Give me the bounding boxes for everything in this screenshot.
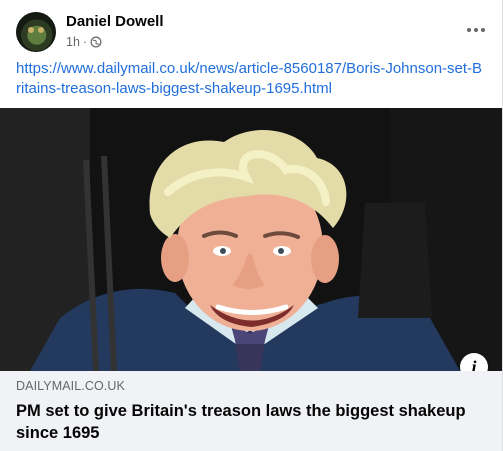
post-meta: 1h · xyxy=(66,35,102,49)
globe-icon[interactable] xyxy=(90,36,102,48)
avatar-detail xyxy=(28,27,34,33)
post-link[interactable]: https://www.dailymail.co.uk/news/article… xyxy=(16,59,486,99)
author-name[interactable]: Daniel Dowell xyxy=(66,13,164,30)
article-image[interactable] xyxy=(0,108,502,371)
preview-headline: PM set to give Britain's treason laws th… xyxy=(16,402,466,442)
preview-domain: DAILYMAIL.CO.UK xyxy=(16,379,125,393)
portrait-illustration xyxy=(0,108,502,371)
avatar-detail xyxy=(38,27,44,33)
post-time[interactable]: 1h xyxy=(66,35,80,49)
post-header: Daniel Dowell 1h · xyxy=(16,10,486,54)
link-preview[interactable]: DAILYMAIL.CO.UK PM set to give Britain's… xyxy=(0,371,502,451)
avatar[interactable] xyxy=(16,12,56,52)
facebook-post: Daniel Dowell 1h · https://www.dailymail… xyxy=(0,0,503,451)
more-options-icon[interactable] xyxy=(462,18,490,42)
meta-separator: · xyxy=(82,35,88,49)
